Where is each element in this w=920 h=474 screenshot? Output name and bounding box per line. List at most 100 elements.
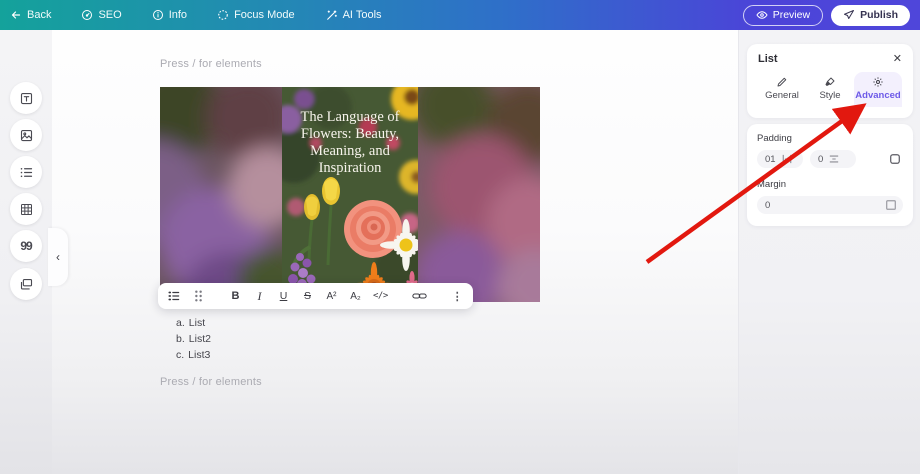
seo-label: SEO bbox=[98, 9, 122, 21]
format-toolbar: B I U S A² A₂ </> ⋮ bbox=[158, 283, 473, 309]
cover-image[interactable]: The Language of Flowers: Beauty, Meaning… bbox=[160, 87, 540, 302]
tab-style-label: Style bbox=[819, 90, 841, 101]
seo-button[interactable]: SEO bbox=[81, 9, 122, 21]
settings-panel: List ✕ General Style Advanced Padding 01… bbox=[738, 30, 920, 474]
editor-placeholder-bottom[interactable]: Press / for elements bbox=[160, 376, 262, 388]
list-item: c. List3 bbox=[176, 347, 211, 363]
info-icon bbox=[152, 10, 163, 20]
tab-style[interactable]: Style bbox=[806, 72, 854, 107]
list-marker: c. bbox=[176, 349, 185, 362]
tab-advanced-label: Advanced bbox=[855, 90, 901, 101]
link-button[interactable] bbox=[412, 287, 427, 305]
panel-title: List bbox=[758, 53, 778, 65]
list-block[interactable]: a. List b. List2 c. List3 bbox=[176, 315, 211, 364]
list-item-text[interactable]: List3 bbox=[188, 347, 210, 363]
top-bar: Back SEO Info Focus Mode AI Tools Previe… bbox=[0, 0, 920, 30]
back-button[interactable]: Back bbox=[10, 9, 51, 21]
focus-mode-icon bbox=[218, 10, 228, 20]
back-arrow-icon bbox=[11, 11, 21, 19]
italic-button[interactable]: I bbox=[253, 287, 266, 305]
padding-vertical-value: 0 bbox=[818, 153, 824, 165]
eye-icon bbox=[756, 11, 768, 19]
insert-media-button[interactable] bbox=[10, 268, 42, 300]
insert-table-button[interactable] bbox=[10, 193, 42, 225]
list-item: a. List bbox=[176, 315, 211, 331]
gear-icon bbox=[873, 77, 883, 87]
preview-button[interactable]: Preview bbox=[742, 4, 824, 26]
list-marker: a. bbox=[176, 317, 185, 329]
seo-gauge-icon bbox=[82, 10, 93, 20]
svg-text:Inspiration: Inspiration bbox=[319, 160, 383, 176]
tab-general-label: General bbox=[765, 90, 799, 101]
tab-advanced[interactable]: Advanced bbox=[854, 72, 902, 107]
sidebar-collapse-handle[interactable]: ‹ bbox=[48, 228, 68, 286]
info-label: Info bbox=[168, 9, 188, 21]
margin-input[interactable]: 0 bbox=[757, 196, 903, 214]
insert-image-button[interactable] bbox=[10, 119, 42, 151]
focus-mode-button[interactable]: Focus Mode bbox=[217, 9, 295, 21]
bold-button[interactable]: B bbox=[229, 287, 242, 305]
editor-window: Back SEO Info Focus Mode AI Tools Previe… bbox=[0, 0, 920, 474]
padding-horizontal-value: 01 bbox=[765, 153, 776, 165]
list-item-text[interactable]: List bbox=[189, 315, 205, 331]
list-icon bbox=[20, 167, 32, 177]
close-icon[interactable]: ✕ bbox=[893, 53, 902, 65]
svg-text:Flowers: Beauty,: Flowers: Beauty, bbox=[301, 126, 399, 142]
tab-general[interactable]: General bbox=[758, 72, 806, 107]
back-label: Back bbox=[27, 9, 52, 21]
padding-label: Padding bbox=[757, 133, 792, 144]
editor-placeholder-top[interactable]: Press / for elements bbox=[160, 58, 262, 70]
drag-handle[interactable] bbox=[192, 287, 205, 305]
spacing-card: Padding 01 0 Margin 0 bbox=[747, 124, 913, 226]
info-button[interactable]: Info bbox=[152, 9, 187, 21]
table-icon bbox=[20, 203, 32, 215]
list-item-text[interactable]: List2 bbox=[189, 331, 211, 347]
insert-quote-button[interactable]: 99 bbox=[10, 230, 42, 262]
svg-text:Meaning, and: Meaning, and bbox=[310, 143, 390, 159]
publish-button[interactable]: Publish bbox=[831, 4, 910, 26]
magic-wand-icon bbox=[326, 9, 337, 20]
square-icon bbox=[886, 200, 896, 210]
svg-text:The Language of: The Language of bbox=[300, 109, 399, 125]
panel-header-card: List ✕ General Style Advanced bbox=[747, 44, 913, 118]
subscript-button[interactable]: A₂ bbox=[349, 287, 362, 305]
vertical-padding-icon bbox=[829, 154, 839, 164]
ai-tools-button[interactable]: AI Tools bbox=[325, 9, 382, 22]
cover-blur-right bbox=[418, 87, 540, 302]
focus-mode-label: Focus Mode bbox=[234, 9, 295, 21]
padding-vertical-input[interactable]: 0 bbox=[810, 150, 856, 168]
ai-tools-label: AI Tools bbox=[342, 9, 382, 21]
image-icon bbox=[20, 129, 32, 141]
superscript-button[interactable]: A² bbox=[325, 287, 338, 305]
pencil-icon bbox=[777, 77, 787, 87]
drag-dots-icon bbox=[195, 290, 202, 302]
paper-plane-icon bbox=[844, 10, 855, 19]
margin-value: 0 bbox=[765, 199, 771, 211]
corners-icon bbox=[890, 154, 900, 164]
media-icon bbox=[20, 278, 32, 289]
link-icon bbox=[412, 293, 427, 299]
brush-icon bbox=[825, 77, 835, 86]
list-type-button[interactable] bbox=[167, 287, 181, 305]
horizontal-padding-icon bbox=[782, 154, 792, 164]
list-marker: b. bbox=[176, 333, 185, 346]
quote-icon: 99 bbox=[20, 239, 32, 253]
preview-label: Preview bbox=[772, 9, 811, 21]
editor-canvas[interactable]: Press / for elements The Language of Flo… bbox=[52, 30, 738, 474]
publish-label: Publish bbox=[860, 9, 898, 21]
padding-horizontal-input[interactable]: 01 bbox=[757, 150, 803, 168]
code-button[interactable]: </> bbox=[373, 287, 388, 305]
ordered-list-icon bbox=[168, 291, 180, 301]
underline-button[interactable]: U bbox=[277, 287, 290, 305]
insert-list-button[interactable] bbox=[10, 156, 42, 188]
strikethrough-button[interactable]: S bbox=[301, 287, 314, 305]
padding-sides-toggle[interactable] bbox=[887, 151, 903, 167]
text-block-icon bbox=[20, 92, 32, 104]
insert-text-button[interactable] bbox=[10, 82, 42, 114]
cover-center: The Language of Flowers: Beauty, Meaning… bbox=[282, 87, 418, 302]
more-options-button[interactable]: ⋮ bbox=[451, 287, 464, 305]
margin-label: Margin bbox=[757, 179, 787, 190]
chevron-left-icon: ‹ bbox=[56, 250, 60, 264]
panel-tabs: General Style Advanced bbox=[758, 72, 902, 107]
margin-sides-toggle[interactable] bbox=[885, 199, 897, 211]
